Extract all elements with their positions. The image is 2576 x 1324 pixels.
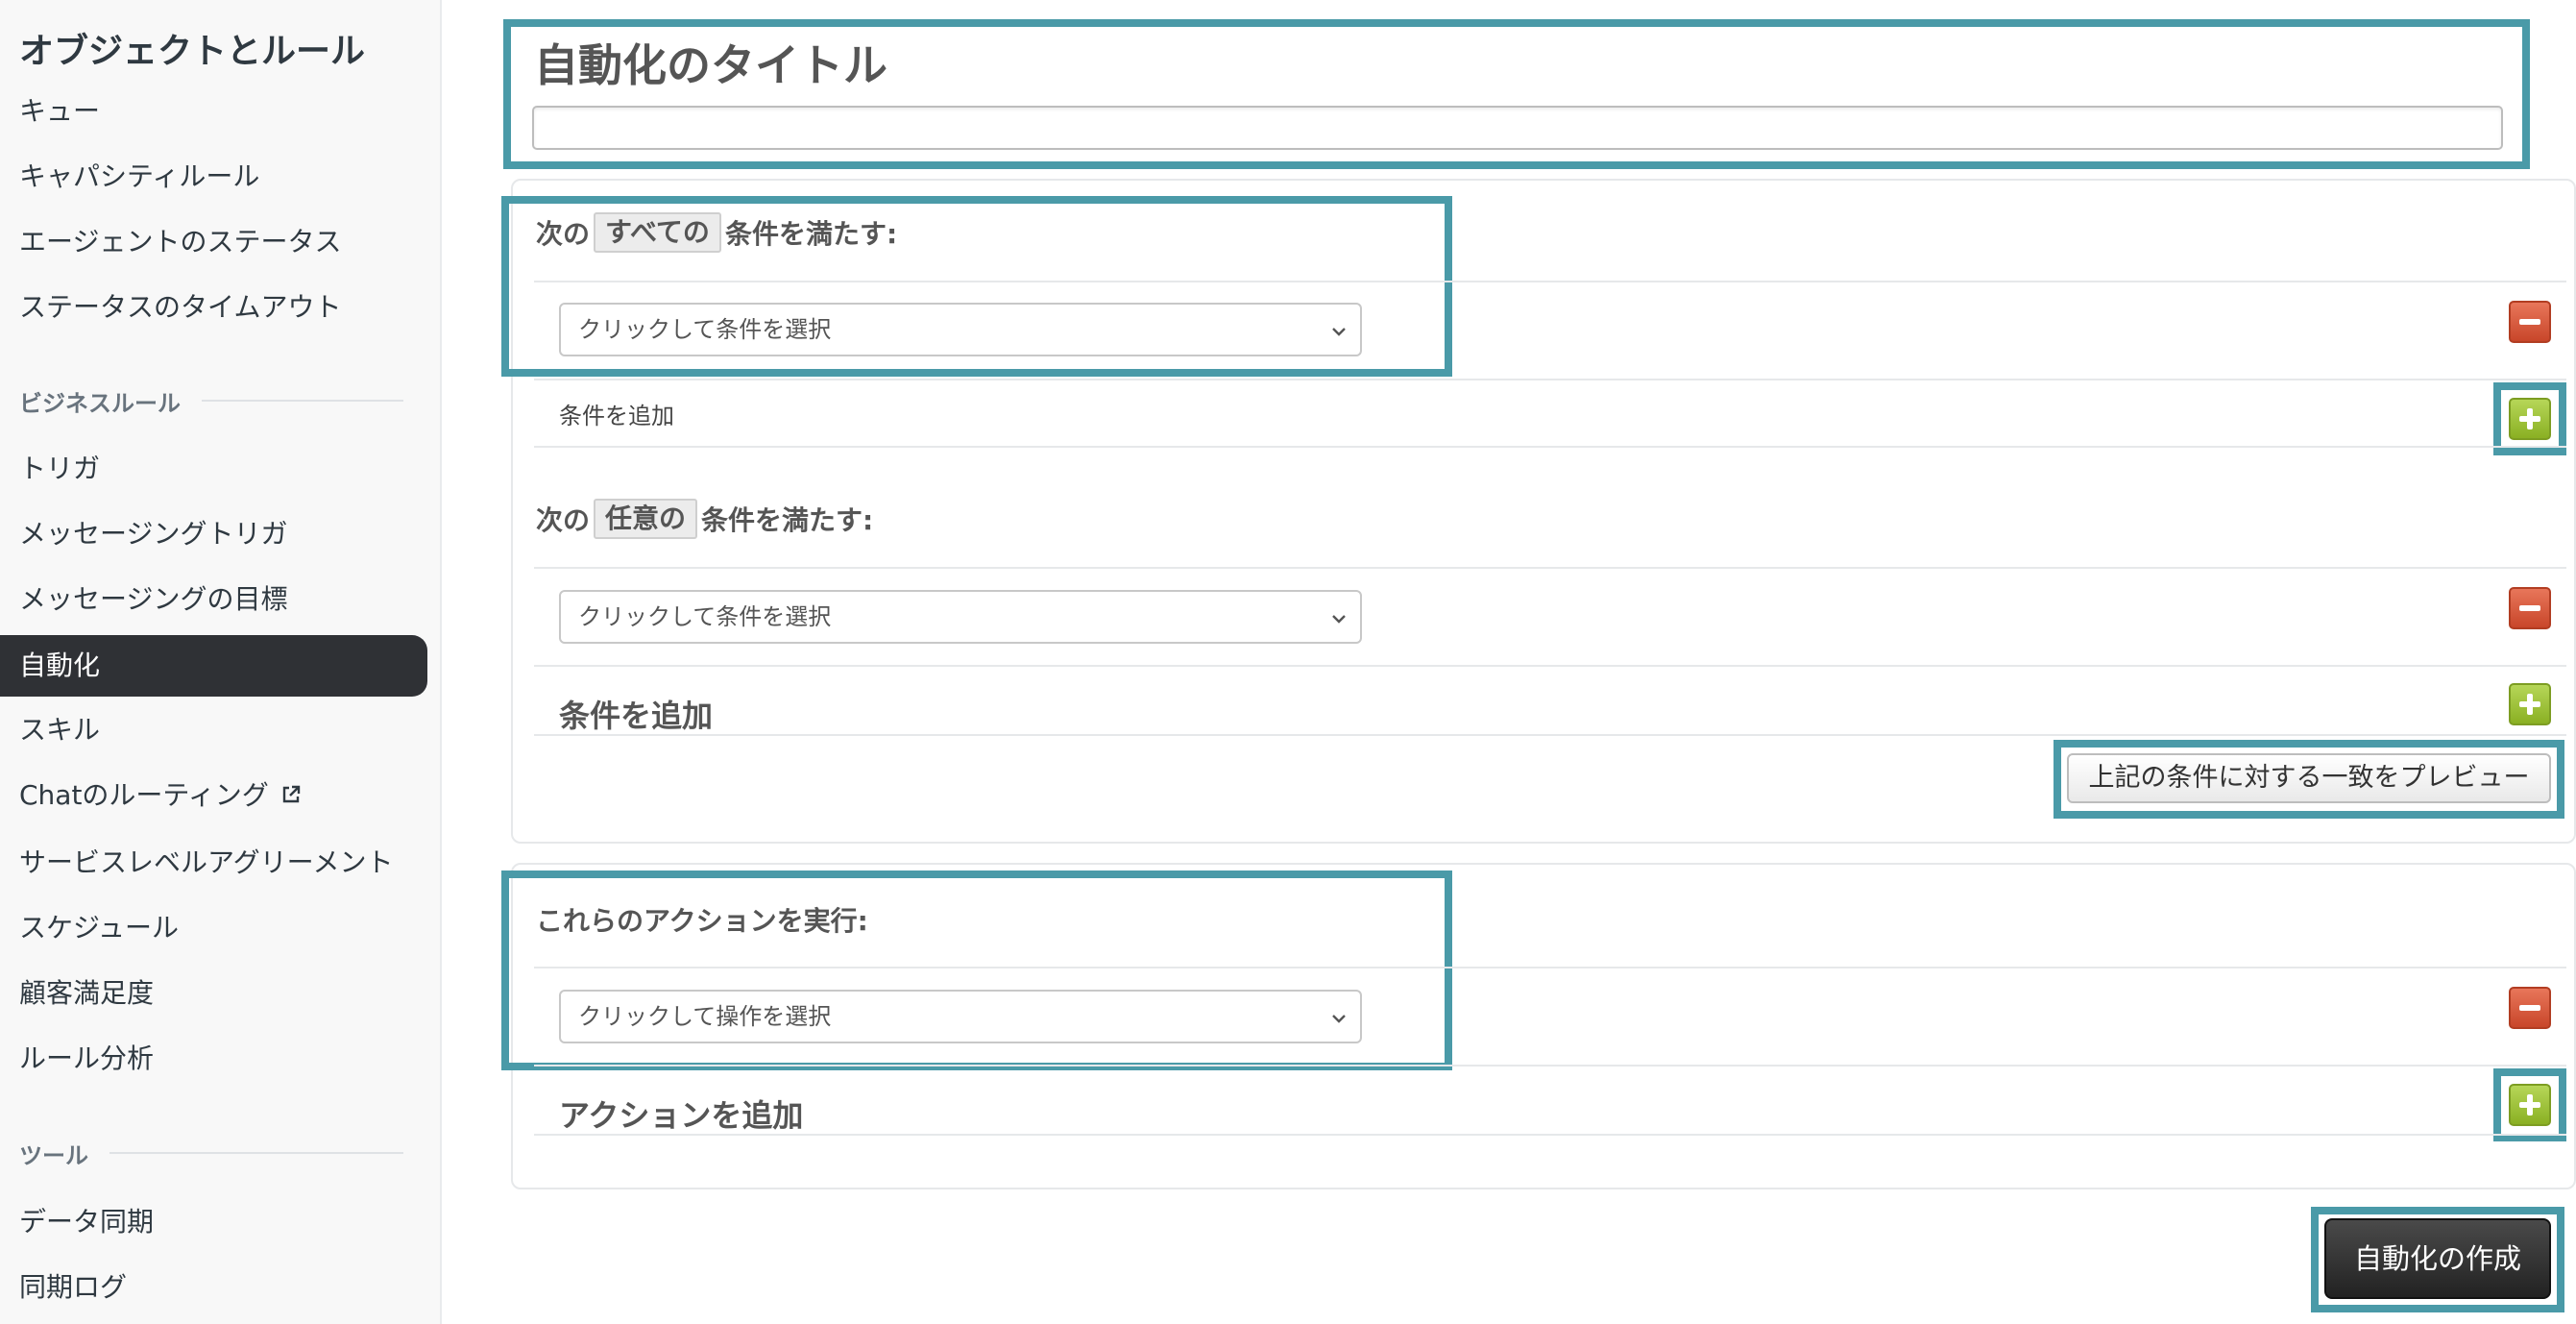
- create-automation-button[interactable]: 自動化の作成: [2324, 1218, 2551, 1299]
- any-chip: 任意の: [594, 499, 698, 539]
- sidebar-item-skills[interactable]: スキル: [0, 699, 427, 761]
- automation-form: 自動化のタイトル 次の すべての 条件を満たす: クリックして条件を選択 条件を…: [444, 0, 2576, 1324]
- add-condition-button[interactable]: [2509, 398, 2551, 440]
- sidebar-item-chat-routing[interactable]: Chatのルーティング: [0, 765, 427, 826]
- action-select[interactable]: クリックして操作を選択: [559, 990, 1362, 1043]
- row-divider: [534, 379, 2566, 380]
- sidebar-item-label: Chatのルーティング: [19, 779, 269, 811]
- sidebar-section-business-rules: ビジネスルール: [19, 384, 403, 417]
- row-divider: [534, 734, 2566, 736]
- sidebar-item-messaging-goals[interactable]: メッセージングの目標: [0, 569, 427, 630]
- add-condition-label: 条件を追加: [559, 698, 714, 734]
- heading-suffix: 条件を満たす:: [701, 504, 874, 536]
- sidebar-item-sla[interactable]: サービスレベルアグリーメント: [0, 832, 427, 894]
- row-divider: [534, 665, 2566, 667]
- sidebar-item-automations[interactable]: 自動化: [0, 635, 427, 697]
- actions-heading-text: これらのアクションを実行:: [536, 905, 868, 937]
- sidebar-item-queues[interactable]: キュー: [0, 81, 427, 142]
- sidebar-item-capacity-rules[interactable]: キャパシティルール: [0, 146, 427, 208]
- sidebar-item-data-sync[interactable]: データ同期: [0, 1191, 427, 1253]
- sidebar: オブジェクトとルール キュー キャパシティルール エージェントのステータス ステ…: [0, 0, 442, 1324]
- section-divider: [202, 400, 403, 402]
- remove-action-button[interactable]: [2509, 987, 2551, 1029]
- all-condition-select[interactable]: クリックして条件を選択: [559, 303, 1362, 356]
- sidebar-title: オブジェクトとルール: [19, 32, 366, 71]
- heading-suffix: 条件を満たす:: [724, 218, 898, 250]
- chevron-down-icon: [1332, 328, 1346, 336]
- sidebar-section-tools: ツール: [19, 1137, 403, 1169]
- external-link-icon: [280, 766, 302, 827]
- sidebar-item-sync-log[interactable]: 同期ログ: [0, 1257, 427, 1318]
- add-condition-button[interactable]: [2509, 683, 2551, 725]
- remove-condition-button[interactable]: [2509, 587, 2551, 629]
- row-divider: [534, 967, 2566, 968]
- chevron-down-icon: [1332, 615, 1346, 624]
- add-condition-label: 条件を追加: [559, 403, 674, 429]
- any-conditions-heading: 次の 任意の 条件を満たす:: [536, 498, 873, 540]
- row-divider: [534, 446, 2566, 448]
- row-divider: [534, 281, 2566, 282]
- sidebar-item-satisfaction[interactable]: 顧客満足度: [0, 963, 427, 1024]
- sidebar-item-rule-analysis[interactable]: ルール分析: [0, 1028, 427, 1090]
- title-label: 自動化のタイトル: [534, 39, 887, 91]
- row-divider: [534, 1134, 2566, 1136]
- row-divider: [534, 1065, 2566, 1067]
- select-placeholder: クリックして操作を選択: [578, 1003, 832, 1030]
- title-input[interactable]: [532, 106, 2503, 150]
- all-conditions-heading: 次の すべての 条件を満たす:: [536, 211, 897, 254]
- add-action-label: アクションを追加: [559, 1097, 804, 1134]
- sidebar-item-schedules[interactable]: スケジュール: [0, 897, 427, 959]
- actions-heading: これらのアクションを実行:: [536, 898, 868, 941]
- all-chip: すべての: [594, 212, 721, 253]
- heading-prefix: 次の: [536, 218, 591, 250]
- heading-prefix: 次の: [536, 504, 591, 536]
- sidebar-item-messaging-triggers[interactable]: メッセージングトリガ: [0, 503, 427, 565]
- remove-condition-button[interactable]: [2509, 301, 2551, 343]
- sidebar-item-triggers[interactable]: トリガ: [0, 438, 427, 500]
- chevron-down-icon: [1332, 1015, 1346, 1023]
- row-divider: [534, 567, 2566, 569]
- any-condition-select[interactable]: クリックして条件を選択: [559, 590, 1362, 644]
- preview-matches-button[interactable]: 上記の条件に対する一致をプレビュー: [2067, 753, 2551, 803]
- sidebar-item-agent-statuses[interactable]: エージェントのステータス: [0, 211, 427, 273]
- sidebar-section-label: ビジネスルール: [19, 389, 181, 417]
- select-placeholder: クリックして条件を選択: [578, 603, 832, 630]
- sidebar-item-status-timeouts[interactable]: ステータスのタイムアウト: [0, 277, 427, 338]
- add-action-button[interactable]: [2509, 1084, 2551, 1126]
- select-placeholder: クリックして条件を選択: [578, 316, 832, 343]
- sidebar-section-label: ツール: [19, 1141, 88, 1169]
- section-divider: [109, 1152, 403, 1154]
